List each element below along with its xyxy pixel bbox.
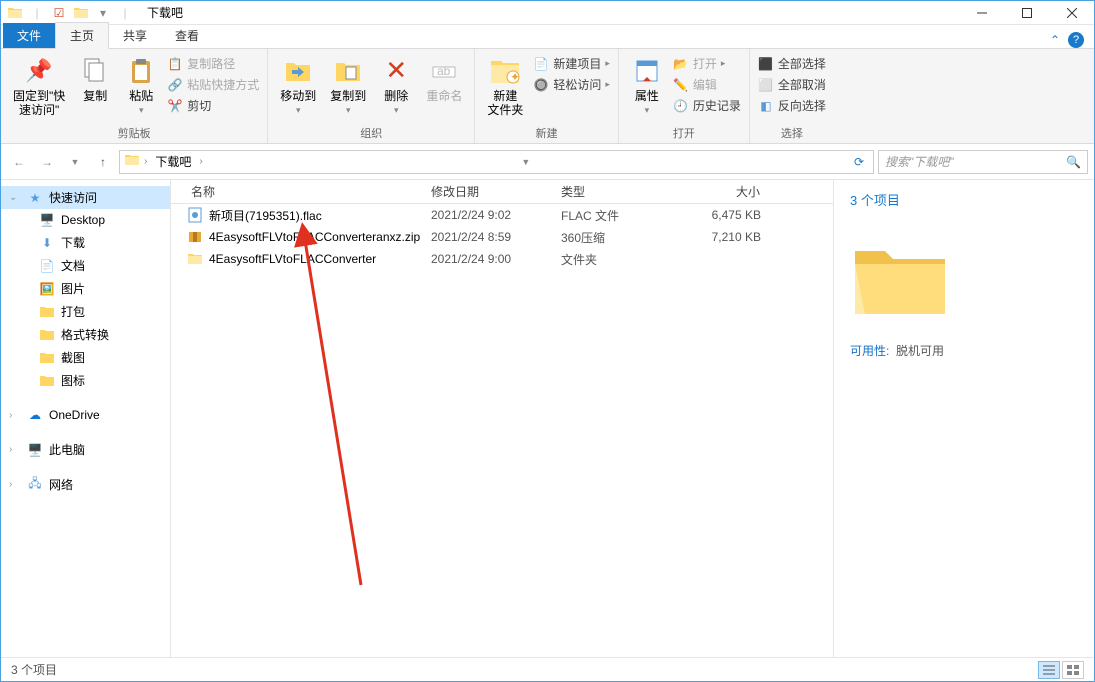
file-row[interactable]: 新项目(7195351).flac 2021/2/24 9:02FLAC 文件6…	[171, 204, 833, 226]
column-headers: 名称 修改日期 类型 大小	[171, 180, 833, 204]
minimize-button[interactable]	[959, 1, 1004, 25]
search-box[interactable]: 🔍	[878, 150, 1088, 174]
explorer-body: ⌄★快速访问 🖥️Desktop ⬇下载 📄文档 🖼️图片 打包 格式转换 截图…	[1, 180, 1094, 657]
easy-access-button[interactable]: 🔘轻松访问 ▸	[533, 76, 610, 93]
paste-button[interactable]: 粘贴▾	[121, 53, 161, 118]
breadcrumb[interactable]: 下载吧	[151, 151, 195, 172]
refresh-icon[interactable]: ⟳	[849, 155, 869, 169]
address-bar[interactable]: › 下载吧 › ▼ ⟳	[119, 150, 874, 174]
col-date[interactable]: 修改日期	[421, 183, 551, 200]
close-button[interactable]	[1049, 1, 1094, 25]
edit-button[interactable]: ✏️编辑	[673, 76, 741, 93]
file-list-pane: 名称 修改日期 类型 大小 新项目(7195351).flac 2021/2/2…	[171, 180, 834, 657]
col-size[interactable]: 大小	[661, 183, 771, 200]
help-icon[interactable]: ?	[1068, 32, 1084, 48]
navitem-onedrive[interactable]: ›☁OneDrive	[1, 404, 170, 426]
properties-button[interactable]: 属性▾	[627, 53, 667, 118]
separator-icon: |	[117, 5, 133, 21]
icons-view-button[interactable]	[1062, 661, 1084, 679]
ribbon-group-organize: 移动到▾ 复制到▾ ✕删除▾ ab重命名 组织	[268, 49, 475, 143]
navitem-quickaccess[interactable]: ⌄★快速访问	[1, 186, 170, 209]
ribbon-group-new: ✦新建 文件夹 📄新建项目 ▸ 🔘轻松访问 ▸ 新建	[475, 49, 619, 143]
file-row[interactable]: 4EasysoftFLVtoFLACConverteranxz.zip 2021…	[171, 226, 833, 248]
status-bar: 3 个项目	[1, 657, 1094, 681]
ribbon-tabs: 文件 主页 共享 查看 ⌃ ?	[1, 25, 1094, 49]
select-none-button[interactable]: ⬜全部取消	[758, 76, 826, 93]
file-list[interactable]: 新项目(7195351).flac 2021/2/24 9:02FLAC 文件6…	[171, 204, 833, 657]
chevron-right-icon[interactable]: ›	[144, 156, 147, 167]
delete-button[interactable]: ✕删除▾	[376, 53, 416, 118]
tab-home[interactable]: 主页	[55, 22, 109, 49]
qat-dropdown-icon[interactable]: ▾	[95, 5, 111, 21]
navitem-folder[interactable]: 打包	[1, 300, 170, 323]
navitem-pictures[interactable]: 🖼️图片	[1, 277, 170, 300]
chevron-right-icon[interactable]: ›	[199, 156, 202, 167]
cut-button[interactable]: ✂️剪切	[167, 97, 259, 114]
up-button[interactable]: ↑	[91, 150, 115, 174]
navigation-pane: ⌄★快速访问 🖥️Desktop ⬇下载 📄文档 🖼️图片 打包 格式转换 截图…	[1, 180, 171, 657]
flac-file-icon	[187, 207, 203, 223]
folder-icon	[7, 5, 23, 21]
svg-text:✦: ✦	[510, 70, 520, 84]
paste-shortcut-button[interactable]: 🔗粘贴快捷方式	[167, 76, 259, 93]
file-row[interactable]: 4EasysoftFLVtoFLACConverter 2021/2/24 9:…	[171, 248, 833, 270]
ribbon-group-clipboard: 📌固定到"快 速访问" 复制 粘贴▾ 📋复制路径 🔗粘贴快捷方式 ✂️剪切 剪贴…	[1, 49, 268, 143]
window-title: 下载吧	[139, 4, 183, 21]
copy-button[interactable]: 复制	[75, 53, 115, 105]
collapse-ribbon-icon[interactable]: ⌃	[1050, 33, 1060, 47]
annotation-arrow-icon	[291, 220, 391, 590]
quick-access-toolbar: | ☑ ▾ |	[1, 5, 139, 21]
zip-file-icon	[187, 229, 203, 245]
invert-selection-button[interactable]: ◧反向选择	[758, 97, 826, 114]
col-name[interactable]: 名称	[171, 183, 421, 200]
preview-title: 3 个项目	[850, 190, 1078, 209]
navitem-downloads[interactable]: ⬇下载	[1, 231, 170, 254]
address-bar-row: ← → ▼ ↑ › 下载吧 › ▼ ⟳ 🔍	[1, 144, 1094, 180]
title-bar: | ☑ ▾ | 下载吧	[1, 1, 1094, 25]
pin-quickaccess-button[interactable]: 📌固定到"快 速访问"	[9, 53, 69, 120]
status-text: 3 个项目	[11, 661, 57, 678]
new-folder-button[interactable]: ✦新建 文件夹	[483, 53, 527, 120]
tab-share[interactable]: 共享	[109, 23, 161, 48]
open-button[interactable]: 📂打开 ▸	[673, 55, 741, 72]
back-button[interactable]: ←	[7, 150, 31, 174]
details-view-button[interactable]	[1038, 661, 1060, 679]
select-all-button[interactable]: ⬛全部选择	[758, 55, 826, 72]
navitem-folder[interactable]: 格式转换	[1, 323, 170, 346]
ribbon-group-select: ⬛全部选择 ⬜全部取消 ◧反向选择 选择	[750, 49, 834, 143]
copy-to-button[interactable]: 复制到▾	[326, 53, 370, 118]
navitem-desktop[interactable]: 🖥️Desktop	[1, 209, 170, 231]
col-type[interactable]: 类型	[551, 183, 661, 200]
navitem-thispc[interactable]: ›🖥️此电脑	[1, 438, 170, 461]
ribbon-group-open: 属性▾ 📂打开 ▸ ✏️编辑 🕘历史记录 打开	[619, 49, 750, 143]
svg-text:ab: ab	[437, 64, 451, 78]
search-icon[interactable]: 🔍	[1066, 155, 1081, 169]
navitem-network[interactable]: ›🖧网络	[1, 473, 170, 496]
history-button[interactable]: 🕘历史记录	[673, 97, 741, 114]
copy-path-button[interactable]: 📋复制路径	[167, 55, 259, 72]
tab-view[interactable]: 查看	[161, 23, 213, 48]
folder-icon	[124, 152, 140, 171]
separator-icon: |	[29, 5, 45, 21]
maximize-button[interactable]	[1004, 1, 1049, 25]
folder-icon	[187, 251, 203, 267]
recent-dropdown[interactable]: ▼	[63, 150, 87, 174]
addr-dropdown-icon[interactable]: ▼	[516, 157, 536, 167]
new-item-button[interactable]: 📄新建项目 ▸	[533, 55, 610, 72]
tab-file[interactable]: 文件	[3, 23, 55, 48]
navitem-folder[interactable]: 图标	[1, 369, 170, 392]
rename-button[interactable]: ab重命名	[422, 53, 466, 105]
search-input[interactable]	[885, 155, 1066, 169]
qat-checkbox-icon[interactable]: ☑	[51, 5, 67, 21]
ribbon: 📌固定到"快 速访问" 复制 粘贴▾ 📋复制路径 🔗粘贴快捷方式 ✂️剪切 剪贴…	[1, 49, 1094, 144]
forward-button[interactable]: →	[35, 150, 59, 174]
move-to-button[interactable]: 移动到▾	[276, 53, 320, 118]
availability-row: 可用性: 脱机可用	[850, 342, 1078, 359]
preview-pane: 3 个项目 可用性: 脱机可用	[834, 180, 1094, 657]
navitem-documents[interactable]: 📄文档	[1, 254, 170, 277]
folder-icon	[73, 5, 89, 21]
folder-icon-large	[850, 239, 950, 319]
navitem-folder[interactable]: 截图	[1, 346, 170, 369]
